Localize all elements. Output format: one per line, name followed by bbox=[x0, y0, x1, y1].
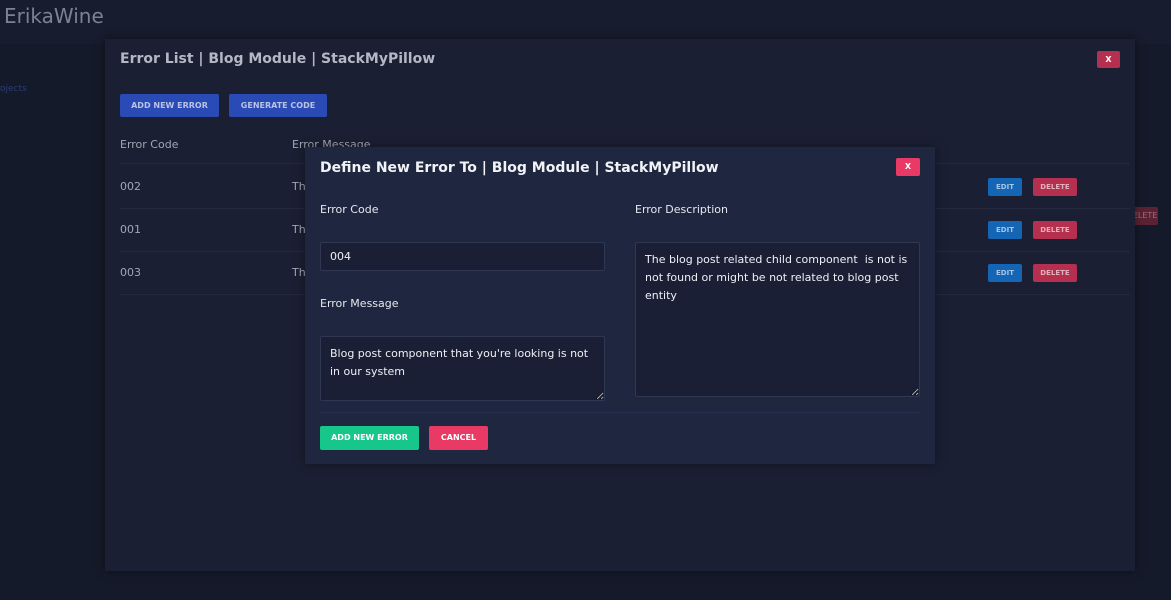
row-edit-button[interactable]: EDIT bbox=[988, 221, 1022, 239]
row-edit-button[interactable]: EDIT bbox=[988, 264, 1022, 282]
define-error-close-button[interactable]: X bbox=[896, 158, 920, 176]
table-cell-code: 002 bbox=[120, 180, 141, 193]
define-error-title: Define New Error To | Blog Module | Stac… bbox=[320, 160, 719, 176]
row-delete-button[interactable]: DELETE bbox=[1033, 178, 1077, 196]
error-description-textarea[interactable]: The blog post related child component is… bbox=[635, 242, 920, 397]
app-title: ErikaWine bbox=[4, 4, 104, 28]
row-delete-button[interactable]: DELETE bbox=[1033, 221, 1077, 239]
add-new-error-button[interactable]: ADD NEW ERROR bbox=[120, 94, 219, 117]
app-header: ErikaWine bbox=[0, 0, 1171, 44]
error-code-label: Error Code bbox=[320, 203, 379, 216]
generate-code-button[interactable]: GENERATE CODE bbox=[229, 94, 327, 117]
error-list-title: Error List | Blog Module | StackMyPillow bbox=[120, 51, 436, 67]
error-message-textarea[interactable]: Blog post component that you're looking … bbox=[320, 336, 605, 401]
error-list-close-button[interactable]: X bbox=[1097, 51, 1120, 68]
error-message-label: Error Message bbox=[320, 297, 399, 310]
modal-footer-divider bbox=[320, 412, 920, 413]
table-cell-message: Th bbox=[292, 266, 306, 279]
row-delete-button[interactable]: DELETE bbox=[1033, 264, 1077, 282]
table-cell-message: Th bbox=[292, 223, 306, 236]
column-header-error-code: Error Code bbox=[120, 138, 179, 151]
table-cell-code: 001 bbox=[120, 223, 141, 236]
submit-new-error-button[interactable]: ADD NEW ERROR bbox=[320, 426, 419, 450]
cancel-button[interactable]: CANCEL bbox=[429, 426, 488, 450]
table-cell-code: 003 bbox=[120, 266, 141, 279]
error-description-label: Error Description bbox=[635, 203, 728, 216]
sidebar-item-projects[interactable]: ojects bbox=[0, 84, 27, 94]
table-cell-message: Th bbox=[292, 180, 306, 193]
error-code-input[interactable] bbox=[320, 242, 605, 271]
row-edit-button[interactable]: EDIT bbox=[988, 178, 1022, 196]
define-error-modal: Define New Error To | Blog Module | Stac… bbox=[305, 147, 935, 464]
